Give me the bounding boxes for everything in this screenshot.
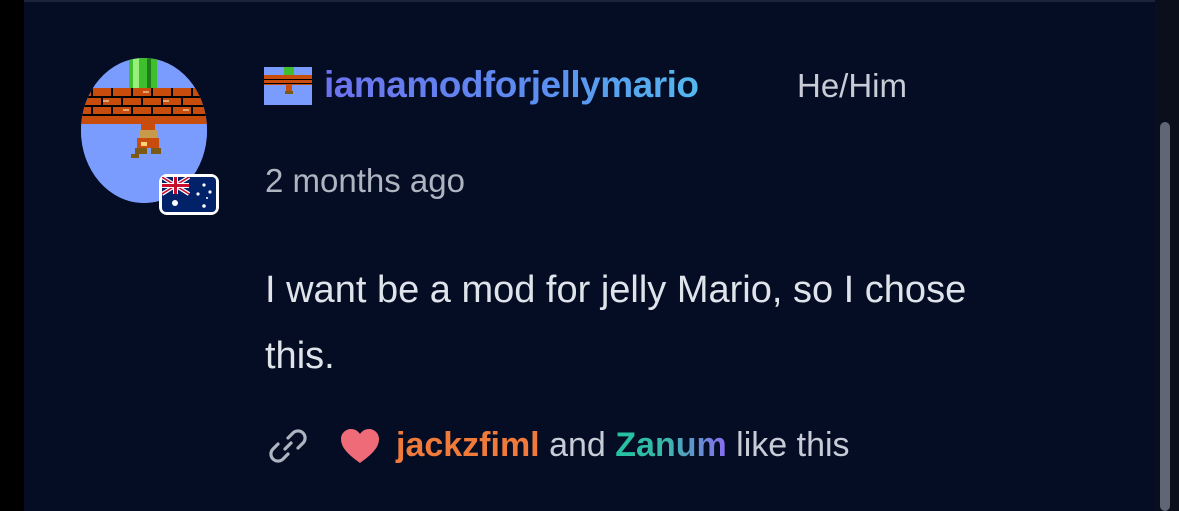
heart-icon[interactable] [339, 427, 381, 465]
comment-username[interactable]: iamamodforjellymario [324, 64, 699, 106]
like-user-zanum[interactable]: Zanum [615, 426, 726, 464]
comment-body: I want be a mod for jelly Mario, so I ch… [265, 269, 967, 377]
likes-summary: jackzfiml and Zanum like this [396, 426, 850, 465]
comment-timestamp[interactable]: 2 months ago [265, 162, 465, 200]
screen: iamamodforjellymario He/Him 2 months ago… [0, 0, 1179, 511]
link-icon[interactable] [266, 424, 310, 468]
likes-and: and [549, 426, 606, 464]
scrollbar[interactable] [1160, 122, 1170, 511]
australia-flag-icon [159, 174, 219, 215]
likes-suffix: like this [736, 426, 850, 464]
user-banner-thumbnail [264, 67, 312, 105]
like-user-jackzfiml[interactable]: jackzfiml [396, 426, 540, 464]
user-pronouns: He/Him [797, 67, 908, 104]
